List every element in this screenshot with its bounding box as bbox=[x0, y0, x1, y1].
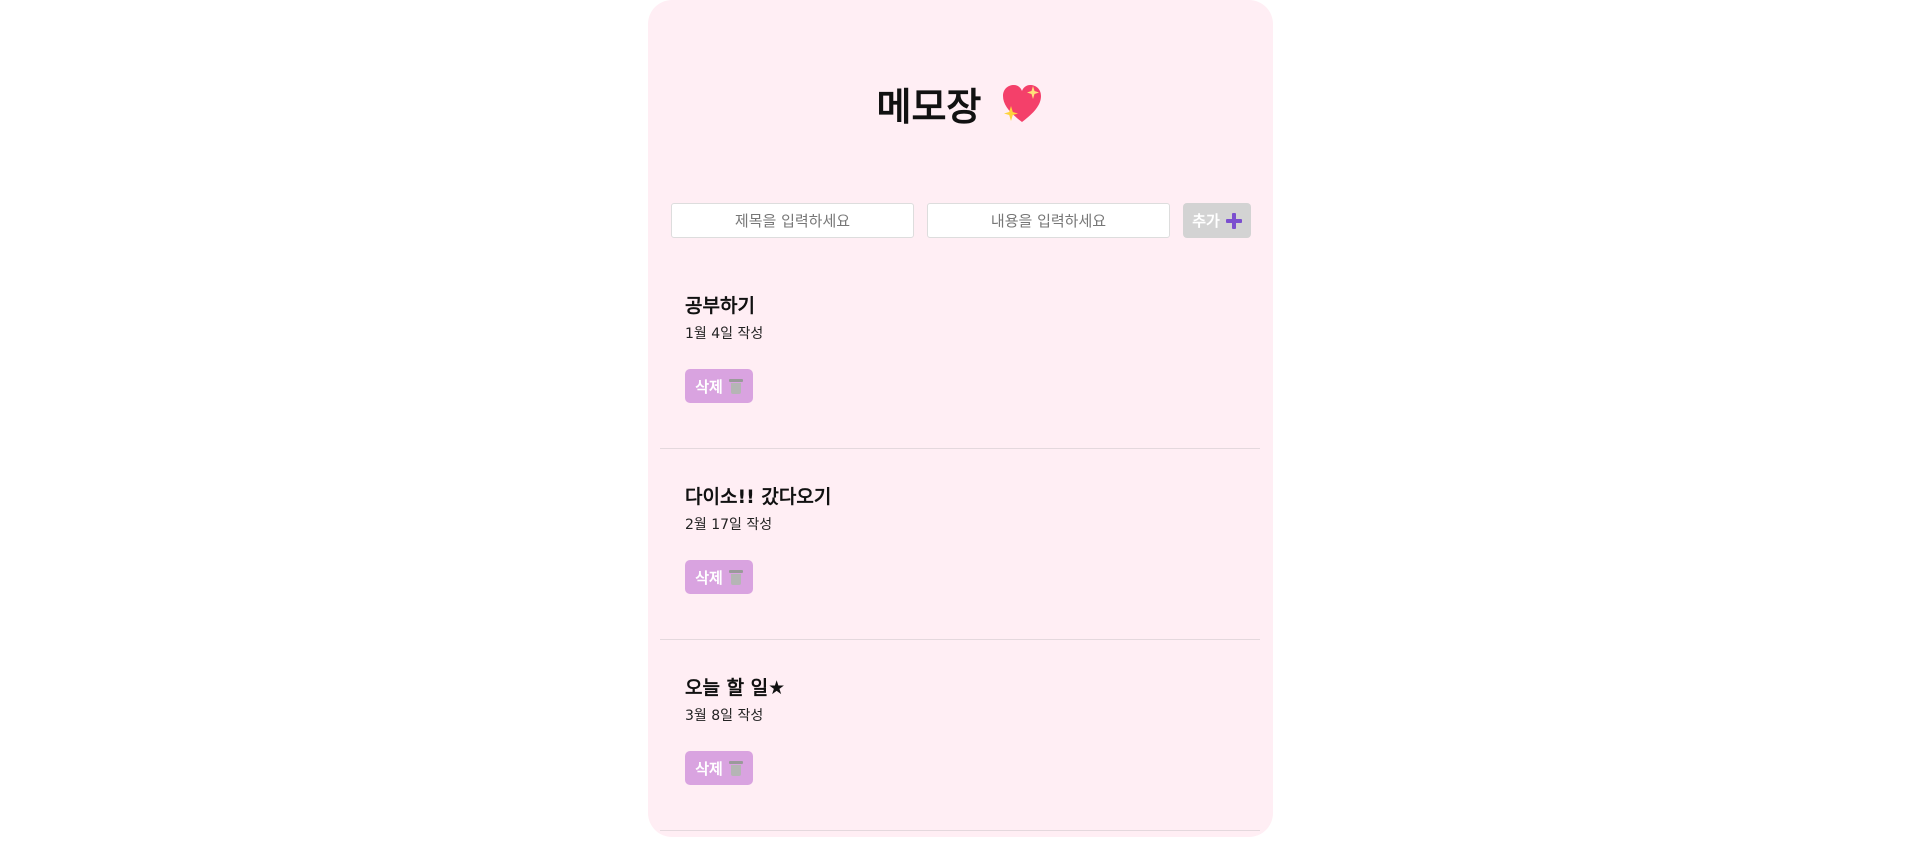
memo-date: 2월 17일 작성 bbox=[685, 517, 773, 533]
page-title: 메모장 bbox=[876, 85, 982, 129]
memo-date: 1월 4일 작성 bbox=[685, 326, 764, 342]
add-button-label: 추가 bbox=[1192, 212, 1220, 230]
memo-card: 메모장 추가 공부하기 1월 4일 작성 삭제 다이소!! 갔다오기 2월 17… bbox=[648, 0, 1273, 837]
delete-button[interactable]: 삭제 bbox=[685, 751, 753, 785]
add-button[interactable]: 추가 bbox=[1183, 203, 1251, 238]
memo-list: 공부하기 1월 4일 작성 삭제 다이소!! 갔다오기 2월 17일 작성 삭제… bbox=[660, 258, 1260, 831]
delete-button-label: 삭제 bbox=[695, 377, 723, 396]
delete-button-label: 삭제 bbox=[695, 759, 723, 778]
title-input[interactable] bbox=[671, 203, 914, 238]
delete-button-label: 삭제 bbox=[695, 568, 723, 587]
trash-icon bbox=[728, 569, 743, 586]
memo-title: 공부하기 bbox=[685, 295, 755, 317]
sparkling-heart-icon bbox=[1003, 84, 1042, 122]
memo-title: 다이소!! 갔다오기 bbox=[685, 486, 832, 508]
list-item: 다이소!! 갔다오기 2월 17일 작성 삭제 bbox=[660, 449, 1260, 640]
trash-icon bbox=[728, 378, 743, 395]
delete-button[interactable]: 삭제 bbox=[685, 560, 753, 594]
memo-form: 추가 bbox=[671, 203, 1251, 238]
memo-title: 오늘 할 일★ bbox=[685, 677, 786, 699]
content-input[interactable] bbox=[927, 203, 1170, 238]
list-item: 공부하기 1월 4일 작성 삭제 bbox=[660, 258, 1260, 449]
plus-icon bbox=[1225, 212, 1242, 229]
delete-button[interactable]: 삭제 bbox=[685, 369, 753, 403]
header: 메모장 bbox=[648, 76, 1273, 131]
list-item: 오늘 할 일★ 3월 8일 작성 삭제 bbox=[660, 640, 1260, 831]
memo-date: 3월 8일 작성 bbox=[685, 708, 764, 724]
trash-icon bbox=[728, 760, 743, 777]
